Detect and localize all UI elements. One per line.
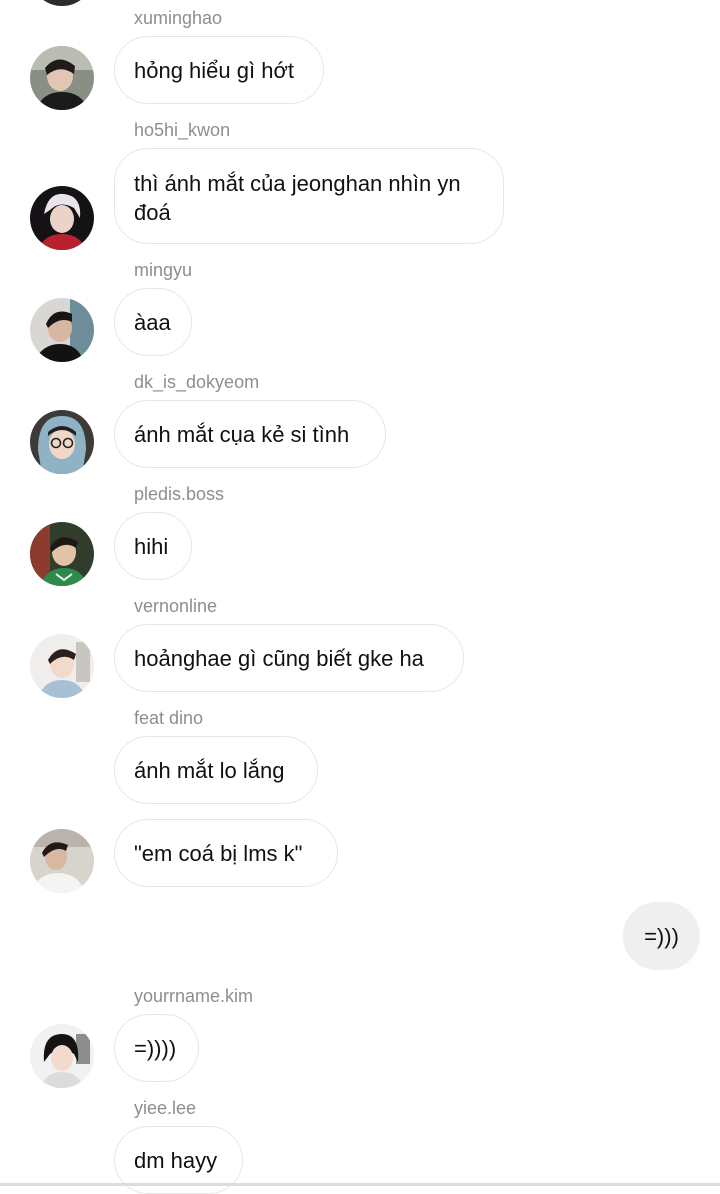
message-username: mingyu bbox=[134, 260, 193, 280]
message-bubble[interactable]: àaa bbox=[114, 288, 192, 356]
avatar[interactable] bbox=[30, 1024, 94, 1088]
message-username: yiee.lee bbox=[134, 1098, 197, 1118]
profile-photo-icon bbox=[30, 829, 94, 893]
profile-photo-icon bbox=[30, 634, 94, 698]
message-username: feat dino bbox=[134, 708, 204, 728]
message-username: ho5hi_kwon bbox=[134, 120, 231, 140]
chat-thread: xuminghao hỏng hiểu gì hớt ho5hi_kwon th… bbox=[0, 0, 720, 1194]
avatar[interactable] bbox=[30, 0, 94, 6]
avatar[interactable] bbox=[30, 829, 94, 893]
message-username: xuminghao bbox=[134, 8, 223, 28]
profile-photo-icon bbox=[30, 298, 94, 362]
profile-photo-icon bbox=[30, 186, 94, 250]
avatar[interactable] bbox=[30, 298, 94, 362]
avatar[interactable] bbox=[30, 634, 94, 698]
message-username: vernonline bbox=[134, 596, 218, 616]
profile-photo-icon bbox=[30, 522, 94, 586]
profile-photo-icon bbox=[30, 46, 94, 110]
message-bubble[interactable]: ánh mắt cụa kẻ si tình bbox=[114, 400, 386, 468]
message-bubble[interactable]: hihi bbox=[114, 512, 192, 580]
profile-photo-icon bbox=[30, 410, 94, 474]
message-username: pledis.boss bbox=[134, 484, 225, 504]
message-bubble[interactable]: hoảnghae gì cũng biết gke ha bbox=[114, 624, 464, 692]
message-bubble[interactable]: thì ánh mắt của jeonghan nhìn yn đoá bbox=[114, 148, 504, 244]
message-bubble[interactable]: =)))) bbox=[114, 1014, 199, 1082]
message-bubble[interactable]: "em coá bị lms k" bbox=[114, 819, 338, 887]
message-username: yourrname.kim bbox=[134, 986, 254, 1006]
avatar[interactable] bbox=[30, 46, 94, 110]
avatar[interactable] bbox=[30, 522, 94, 586]
avatar[interactable] bbox=[30, 186, 94, 250]
message-bubble[interactable]: ánh mắt lo lắng bbox=[114, 736, 318, 804]
profile-photo-icon bbox=[30, 1024, 94, 1088]
sent-message-bubble[interactable]: =))) bbox=[623, 902, 700, 970]
message-bubble[interactable]: hỏng hiểu gì hớt bbox=[114, 36, 324, 104]
profile-photo-icon bbox=[30, 0, 94, 6]
avatar[interactable] bbox=[30, 410, 94, 474]
message-username: dk_is_dokyeom bbox=[134, 372, 260, 392]
